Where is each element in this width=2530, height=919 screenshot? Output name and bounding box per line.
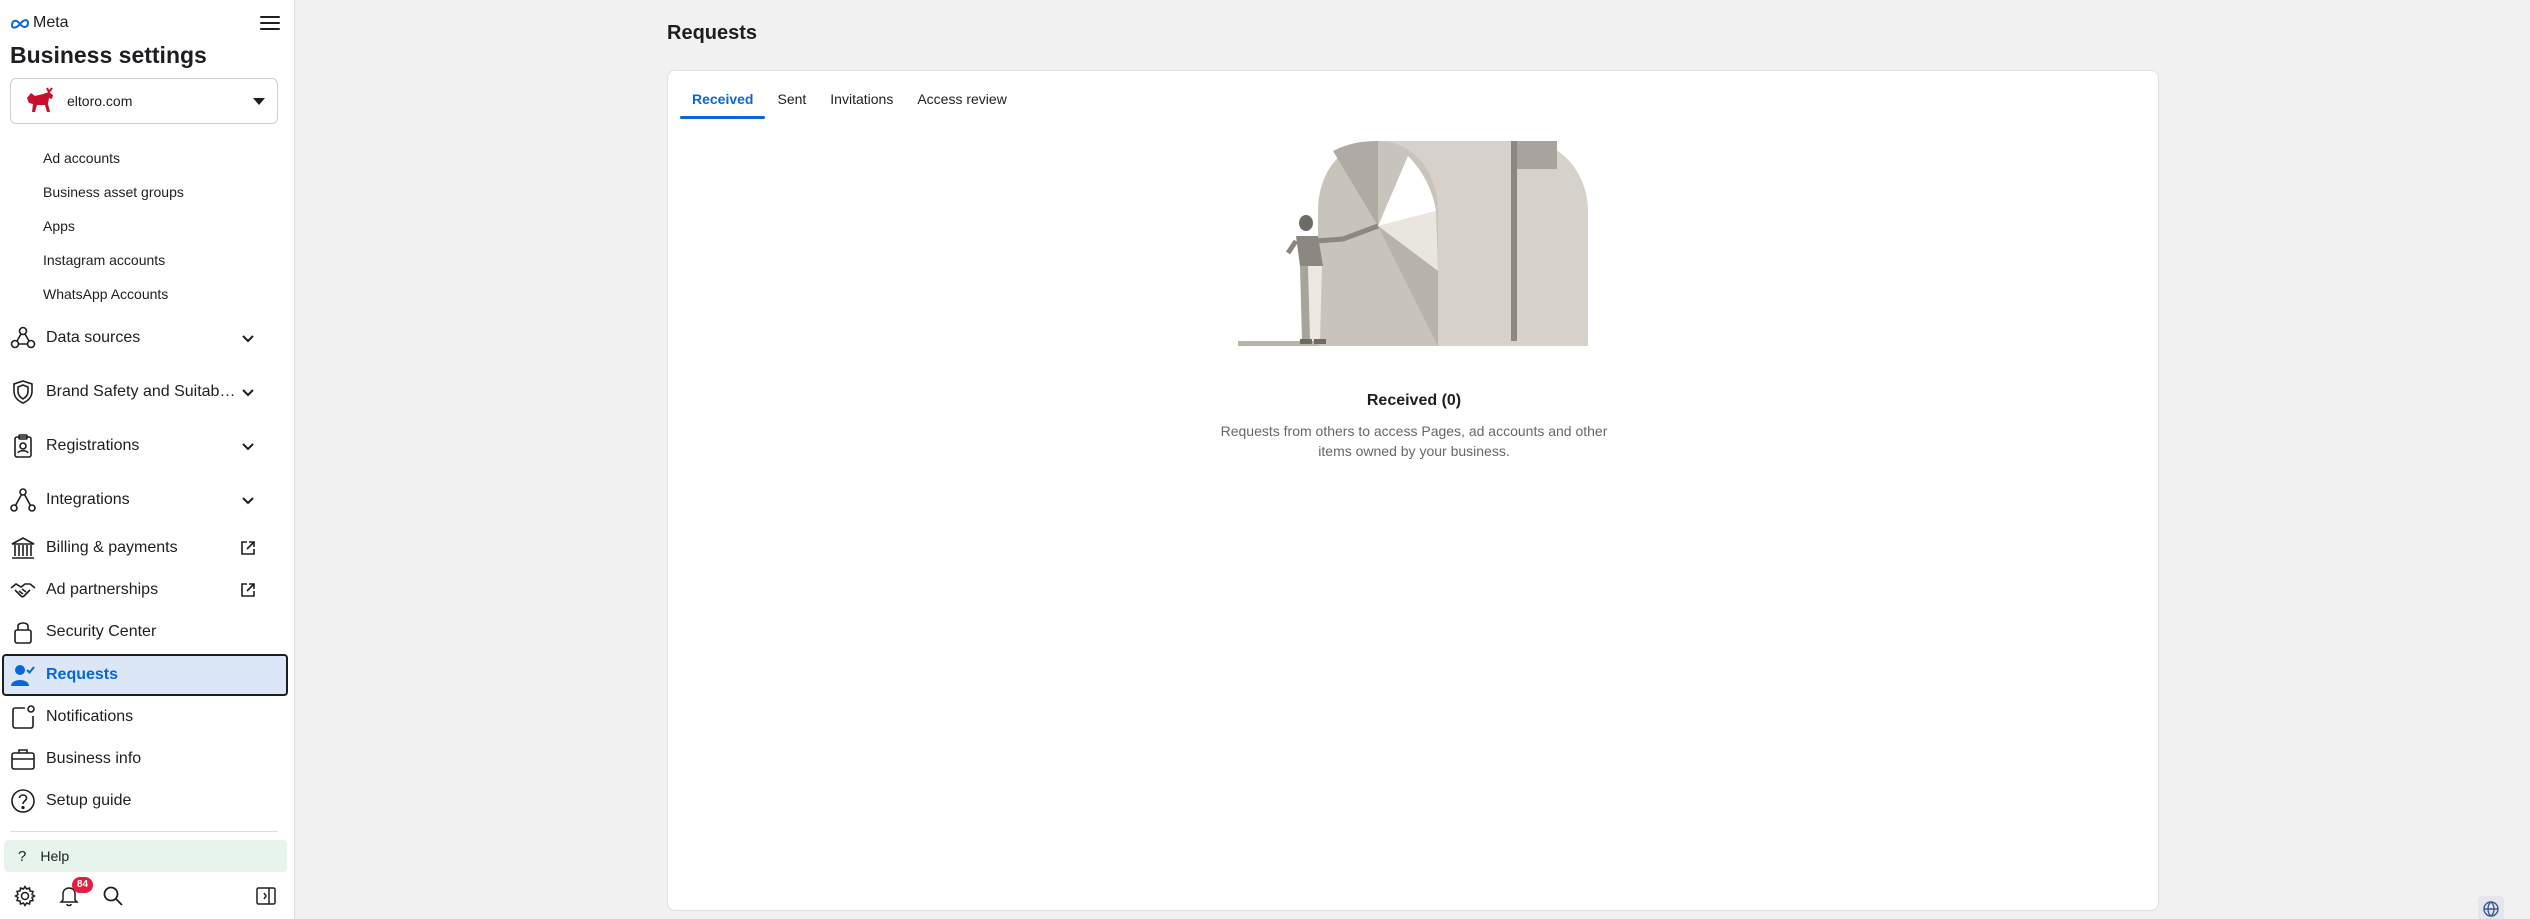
sidebar-item-integrations[interactable]: Integrations [4, 479, 288, 521]
tab-bar: Received Sent Invitations Access review [680, 79, 1019, 119]
business-account-name: eltoro.com [67, 93, 133, 109]
sidebar-item-security-center[interactable]: Security Center [4, 611, 288, 653]
sidebar-item-label: Notifications [46, 708, 134, 725]
sidebar-bottom-bar: 84 [0, 877, 295, 912]
menu-icon[interactable] [260, 14, 280, 32]
sidebar-item-ad-partnerships[interactable]: Ad partnerships [4, 569, 288, 611]
person-check-icon [8, 660, 38, 690]
lock-icon [8, 617, 38, 647]
sidebar-item-label: Setup guide [46, 792, 132, 809]
clipboard-icon [8, 431, 38, 461]
meta-logo-text: Meta [33, 14, 69, 31]
sidebar-item-business-info[interactable]: Business info [4, 738, 288, 780]
notifications-icon [8, 702, 38, 732]
sidebar-item-requests[interactable]: Requests [2, 654, 288, 696]
question-circle-icon [8, 786, 38, 816]
sidebar-item-brand-safety[interactable]: Brand Safety and Suitabi... [4, 371, 288, 413]
chevron-down-icon [236, 326, 260, 350]
page-title: Requests [667, 22, 758, 44]
sidebar-item-label: Integrations [46, 491, 130, 508]
app-title: Business settings [10, 42, 207, 68]
sidebar-item-label: Brand Safety and Suitabi... [46, 383, 236, 400]
tab-invitations[interactable]: Invitations [818, 79, 905, 119]
sidebar-item-whatsapp-accounts[interactable]: WhatsApp Accounts [43, 286, 168, 302]
search-icon[interactable] [100, 883, 126, 909]
sidebar-item-label: Security Center [46, 623, 157, 640]
briefcase-icon [8, 744, 38, 774]
sidebar-item-label: Data sources [46, 329, 141, 346]
sidebar-item-registrations[interactable]: Registrations [4, 425, 288, 467]
data-sources-icon [8, 323, 38, 353]
collapse-sidebar-icon[interactable] [253, 883, 279, 909]
sidebar-item-label: Requests [46, 666, 119, 683]
sidebar-item-ad-accounts[interactable]: Ad accounts [43, 150, 120, 166]
chevron-down-icon [236, 488, 260, 512]
globe-icon[interactable] [2478, 896, 2504, 919]
sidebar-divider [10, 831, 278, 832]
external-link-icon [236, 578, 260, 602]
tab-received[interactable]: Received [680, 79, 766, 119]
empty-state-description: Requests from others to access Pages, ad… [1220, 423, 1608, 459]
notification-count-badge: 84 [72, 877, 94, 893]
sidebar-item-instagram-accounts[interactable]: Instagram accounts [43, 252, 165, 268]
sidebar-item-billing-payments[interactable]: Billing & payments [4, 527, 288, 569]
shield-icon [8, 377, 38, 407]
sidebar-item-label: Ad partnerships [46, 581, 159, 598]
bank-icon [8, 533, 38, 563]
tab-sent[interactable]: Sent [765, 79, 818, 119]
sidebar-item-notifications[interactable]: Notifications [4, 696, 288, 738]
nav-trail-empty [236, 705, 260, 729]
sidebar: Meta Business settings eltoro.com Ad acc… [0, 0, 295, 919]
sidebar-item-label: Billing & payments [46, 539, 178, 556]
sidebar-item-label: Business info [46, 750, 142, 767]
sidebar-item-label: Registrations [46, 437, 140, 454]
nav-trail-empty [236, 747, 260, 771]
nav-trail-empty [236, 620, 260, 644]
chevron-down-icon [236, 380, 260, 404]
external-link-icon [236, 536, 260, 560]
handshake-icon [8, 575, 38, 605]
help-button[interactable]: ? Help [4, 840, 287, 872]
business-account-selector[interactable]: eltoro.com [10, 78, 278, 124]
tab-access-review[interactable]: Access review [905, 79, 1018, 119]
meta-logo[interactable]: Meta [10, 14, 69, 32]
business-avatar [23, 84, 57, 118]
settings-gear-icon[interactable] [12, 883, 38, 909]
help-label: Help [40, 848, 70, 864]
sidebar-item-apps[interactable]: Apps [43, 218, 75, 234]
sidebar-item-business-asset-groups[interactable]: Business asset groups [43, 184, 184, 200]
requests-card: Received Sent Invitations Access review … [667, 70, 2159, 911]
help-icon: ? [18, 847, 27, 865]
sidebar-item-data-sources[interactable]: Data sources [4, 317, 288, 359]
nav-trail-empty [236, 789, 260, 813]
caret-down-icon [253, 97, 265, 105]
empty-mailbox-illustration [1238, 141, 1588, 346]
notification-bell-icon[interactable]: 84 [56, 877, 94, 909]
meta-logo-icon [10, 19, 30, 29]
integrations-icon [8, 485, 38, 515]
empty-state-title: Received (0) [1366, 392, 1462, 409]
brand-row: Meta [10, 12, 280, 34]
sidebar-item-setup-guide[interactable]: Setup guide [4, 780, 288, 822]
nav-trail-empty [236, 663, 260, 687]
chevron-down-icon [236, 434, 260, 458]
